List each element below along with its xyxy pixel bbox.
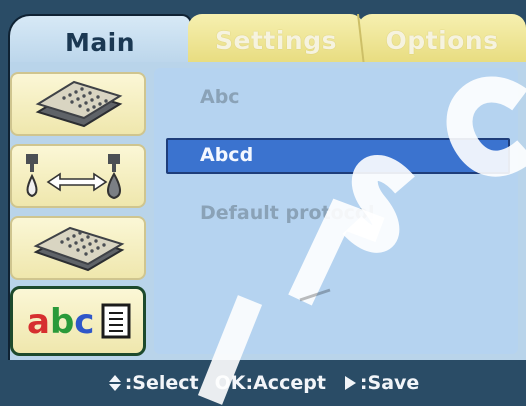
tab-main-label: Main — [64, 27, 136, 57]
tab-main[interactable]: Main — [8, 14, 192, 68]
save-hint-label: :Save — [359, 372, 420, 394]
svg-text:abc: abc — [27, 302, 94, 342]
list-item[interactable]: Default protocol — [200, 202, 374, 224]
microplate-stack-button[interactable] — [10, 72, 146, 136]
right-arrow-icon — [344, 376, 356, 390]
dispense-transfer-icon — [26, 154, 121, 200]
abc-label-button[interactable]: abc — [10, 286, 146, 356]
tab-settings-label: Settings — [214, 25, 337, 55]
list-item-selected[interactable]: Abcd — [166, 138, 510, 174]
dispense-transfer-button[interactable] — [10, 144, 146, 208]
tab-options-label: Options — [385, 25, 499, 55]
protocol-list-panel: Abc Abcd Default protocol — [154, 68, 518, 354]
footer-hints: :Select OK:Accept :Save — [0, 360, 526, 406]
tab-options[interactable]: Options — [358, 14, 526, 66]
list-item[interactable]: Abc — [200, 86, 240, 108]
list-item-label: Abc — [200, 86, 240, 108]
tab-bar: Main Settings Options — [0, 0, 526, 68]
tab-divider — [357, 14, 365, 66]
microplate-button[interactable] — [10, 216, 146, 280]
abc-label-icon: abc — [27, 302, 131, 342]
microplate-icon — [33, 226, 125, 272]
microplate-stack-icon — [35, 80, 123, 128]
select-hint-label: :Select — [124, 372, 199, 394]
save-hint: :Save — [342, 372, 419, 394]
tab-settings[interactable]: Settings — [188, 14, 364, 66]
select-hint: :Select — [107, 372, 199, 394]
list-item-label: Default protocol — [200, 202, 375, 224]
up-down-arrow-icon — [108, 375, 121, 391]
accept-hint-label: OK:Accept — [214, 372, 326, 394]
list-item-label: Abcd — [200, 144, 254, 166]
accept-hint: OK:Accept — [215, 372, 326, 394]
